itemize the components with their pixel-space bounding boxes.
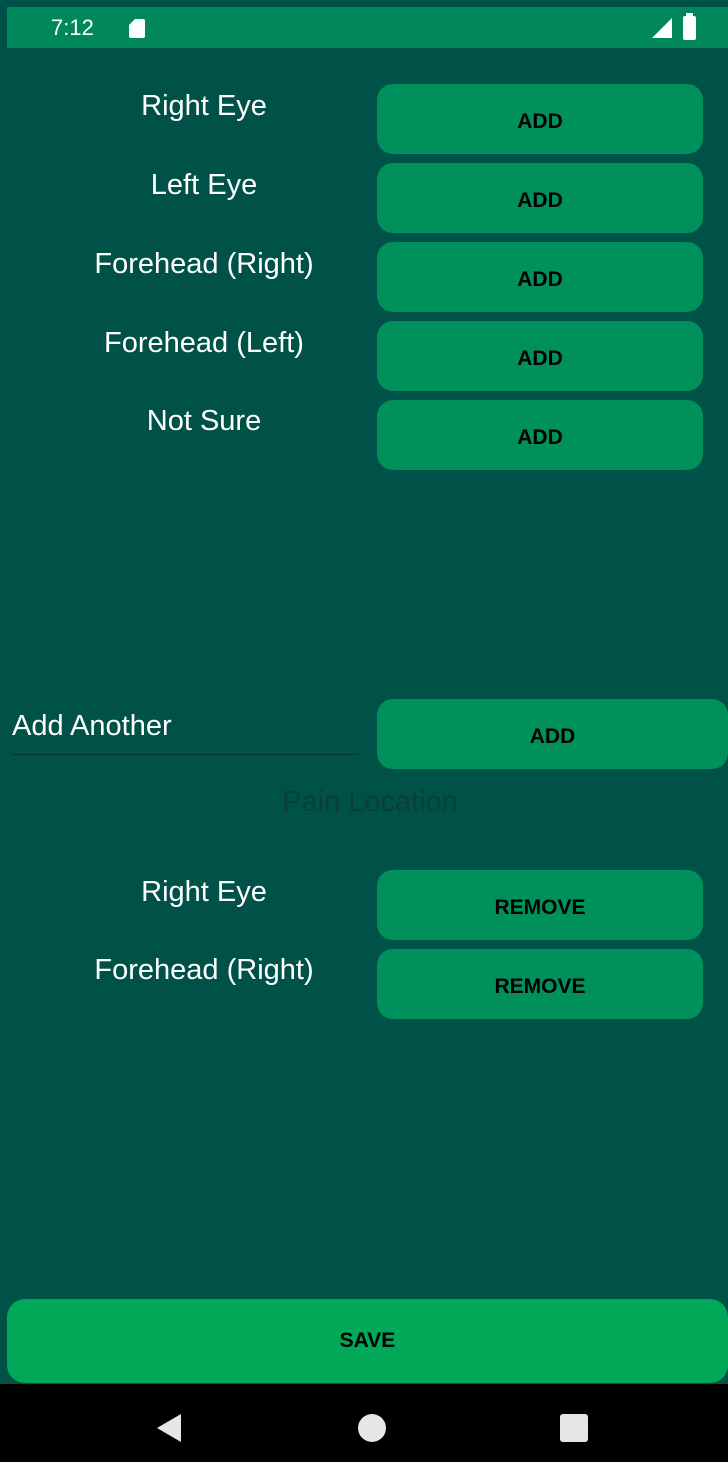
home-icon[interactable] <box>358 1414 386 1442</box>
recents-icon[interactable] <box>560 1414 588 1442</box>
status-bar: 7:12 <box>7 7 728 48</box>
screen: 7:12 Right Eye ADD Left Eye ADD Forehead… <box>0 0 728 1462</box>
add-right-eye-button[interactable]: ADD <box>377 84 703 154</box>
add-forehead-left-button[interactable]: ADD <box>377 321 703 391</box>
selected-label-forehead-right: Forehead (Right) <box>94 954 314 986</box>
save-button[interactable]: SAVE <box>7 1299 728 1383</box>
selected-label-right-eye: Right Eye <box>141 876 267 908</box>
status-time: 7:12 <box>51 15 94 40</box>
add-left-eye-button[interactable]: ADD <box>377 163 703 233</box>
signal-icon <box>652 18 672 38</box>
sd-card-icon <box>129 19 145 38</box>
add-another-input[interactable]: Add Another <box>12 710 358 755</box>
option-label-right-eye: Right Eye <box>141 90 267 122</box>
option-label-left-eye: Left Eye <box>150 169 258 201</box>
section-title-pain-location: Pain Location <box>282 786 458 818</box>
back-icon[interactable] <box>157 1414 181 1442</box>
remove-right-eye-button[interactable]: REMOVE <box>377 870 703 940</box>
battery-icon <box>683 13 696 40</box>
option-label-forehead-left: Forehead (Left) <box>104 327 304 359</box>
option-label-forehead-right: Forehead (Right) <box>94 248 314 280</box>
add-another-button[interactable]: ADD <box>377 699 728 769</box>
add-forehead-right-button[interactable]: ADD <box>377 242 703 312</box>
remove-forehead-right-button[interactable]: REMOVE <box>377 949 703 1019</box>
option-label-not-sure: Not Sure <box>146 405 262 437</box>
add-not-sure-button[interactable]: ADD <box>377 400 703 470</box>
